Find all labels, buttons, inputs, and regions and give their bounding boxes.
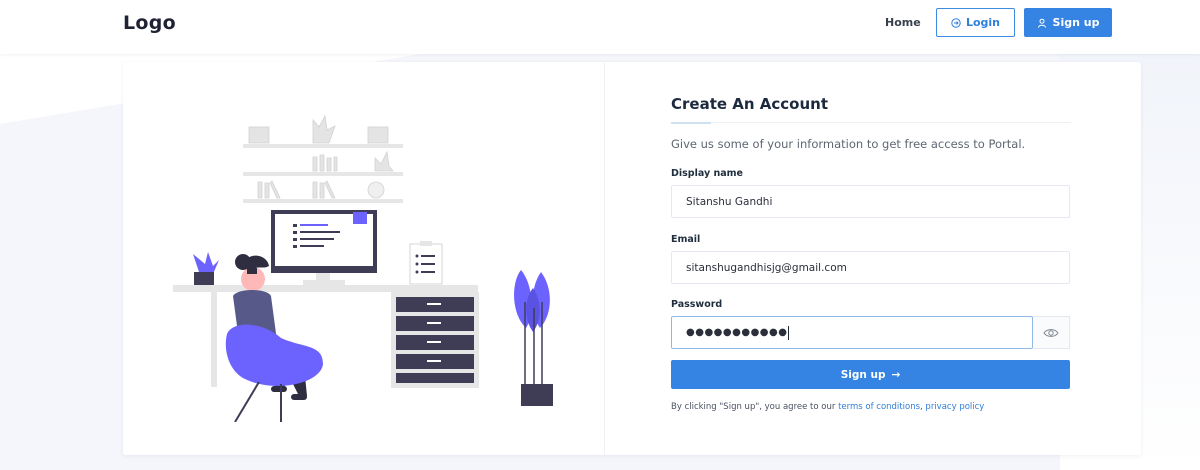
form-title: Create An Account <box>671 95 829 113</box>
login-button-label: Login <box>965 16 1001 29</box>
email-input[interactable]: sitanshugandhisjg@gmail.com <box>671 251 1070 284</box>
nav-home-link[interactable]: Home <box>885 16 921 29</box>
signup-submit-label: Sign up <box>840 368 886 381</box>
shelf-items <box>248 114 394 199</box>
user-icon <box>1037 18 1046 28</box>
text-caret <box>788 325 790 340</box>
display-name-label: Display name <box>671 168 743 179</box>
login-button[interactable]: Login <box>936 8 1015 37</box>
arrow-right-icon: → <box>891 368 901 381</box>
terms-of-conditions-link[interactable]: terms of conditions <box>838 402 920 412</box>
eye-icon <box>1043 328 1059 337</box>
password-masked-value: ●●●●●●●●●●● <box>686 327 788 338</box>
title-underline <box>711 122 1071 123</box>
terms-prefix: By clicking "Sign up", you agree to our <box>671 402 839 412</box>
chair <box>225 324 323 422</box>
toggle-password-visibility-button[interactable] <box>1033 316 1070 349</box>
signup-submit-button[interactable]: Sign up → <box>671 360 1070 389</box>
password-input[interactable]: ●●●●●●●●●●● <box>671 316 1033 349</box>
workspace-illustration <box>173 114 553 422</box>
privacy-policy-link[interactable]: privacy policy <box>925 402 984 412</box>
signup-card: Create An Account Give us some of your i… <box>123 62 1141 455</box>
terms-text: By clicking "Sign up", you agree to our … <box>671 402 984 412</box>
login-icon <box>951 17 961 28</box>
floor-plant <box>514 270 553 406</box>
clipboard <box>409 241 443 285</box>
top-navbar: Logo Home Login Sign up <box>0 0 1200 54</box>
display-name-input[interactable]: Sitanshu Gandhi <box>671 185 1070 218</box>
password-label: Password <box>671 299 723 310</box>
signup-nav-button-label: Sign up <box>1052 16 1100 29</box>
title-underline-accent <box>671 122 711 124</box>
card-divider <box>604 62 605 455</box>
desk-plant <box>193 252 219 285</box>
form-subtitle: Give us some of your information to get … <box>671 137 1026 151</box>
drawer-cabinet <box>391 292 479 388</box>
email-label: Email <box>671 234 701 245</box>
logo[interactable]: Logo <box>123 12 176 34</box>
computer-monitor <box>271 210 377 285</box>
desk-leg <box>211 292 217 387</box>
signup-nav-button[interactable]: Sign up <box>1024 8 1112 37</box>
desk-top <box>173 285 478 292</box>
